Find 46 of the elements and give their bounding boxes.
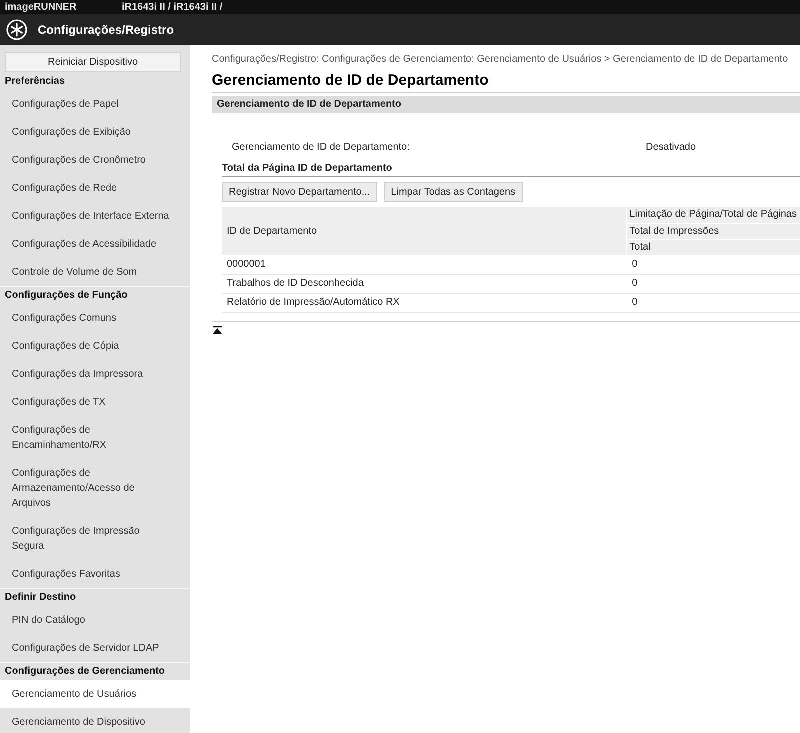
sidebar-item[interactable]: Configurações de Papel [0,90,190,118]
subsection-title: Total da Página ID de Departamento [222,162,800,177]
device-model: iR1643i II / iR1643i II / [122,0,224,14]
scroll-to-top-icon[interactable] [213,326,222,334]
table-cell: 0 [626,274,800,293]
sidebar-item[interactable]: Configurações de Rede [0,174,190,202]
asterisk-circle-icon [6,18,28,40]
sidebar-section-title: Definir Destino [0,588,190,606]
sidebar-item[interactable]: Configurações de Acessibilidade [0,230,190,258]
sidebar-item[interactable]: Configurações de Encaminhamento/RX [0,416,190,459]
sidebar-item[interactable]: Configurações de TX [0,388,190,416]
sidebar-item[interactable]: Configurações da Impressora [0,360,190,388]
table-cell: Relatório de Impressão/Automático RX [222,293,626,312]
sidebar-item[interactable]: Configurações de Servidor LDAP [0,634,190,662]
setting-value: Desativado [646,141,698,155]
column-header: Limitação de Página/Total de Páginas [626,207,800,223]
action-button[interactable]: Registrar Novo Departamento... [222,182,378,202]
breadcrumb: Configurações/Registro: Configurações de Gerenciamento: Gerenciamento de Usuários > Gerenciamento de ID de Departamento [212,53,790,67]
table-cell: Trabalhos de ID Desconhecida [222,274,626,293]
restart-button[interactable]: Reiniciar Dispositivo [5,52,181,72]
column-header: Total [626,239,800,255]
sidebar-item[interactable]: Configurações de Armazenamento/Acesso de Arquivos [0,459,190,517]
table-cell: 0000001 [222,255,626,274]
sidebar-section-title: Configurações de Função [0,286,190,304]
sidebar-item[interactable]: Configurações de Interface Externa [0,202,190,230]
sidebar-item[interactable]: Configurações Favoritas [0,560,190,588]
sidebar-item[interactable]: Configurações de Impressão Segura [0,517,190,560]
action-button[interactable]: Limpar Todas as Contagens [384,182,523,202]
column-header: ID de Departamento [222,207,626,255]
sidebar-item[interactable]: Gerenciamento de Dispositivo [0,708,190,733]
brand-name: imageRUNNER [5,0,78,14]
column-header: Total de Impressões [626,223,800,239]
sidebar-item[interactable]: Gerenciamento de Usuários [0,680,190,708]
page-title: Gerenciamento de ID de Departamento [212,71,800,93]
sidebar-section-title: Preferências [4,75,66,89]
sidebar-item[interactable]: Configurações de Exibição [0,118,190,146]
table-cell: 0 [626,255,800,274]
setting-label: Gerenciamento de ID de Departamento: [232,141,411,155]
section-title-bar: Gerenciamento de ID de Departamento [212,96,800,113]
sidebar-item[interactable]: Configurações de Cronômetro [0,146,190,174]
app-title: Configurações/Registro [38,22,174,36]
sidebar-item[interactable]: PIN do Catálogo [0,606,190,634]
table-cell: 0 [626,293,800,312]
sidebar-item[interactable]: Controle de Volume de Som [0,258,190,286]
sidebar-item[interactable]: Configurações de Cópia [0,332,190,360]
sidebar-item[interactable]: Configurações Comuns [0,304,190,332]
